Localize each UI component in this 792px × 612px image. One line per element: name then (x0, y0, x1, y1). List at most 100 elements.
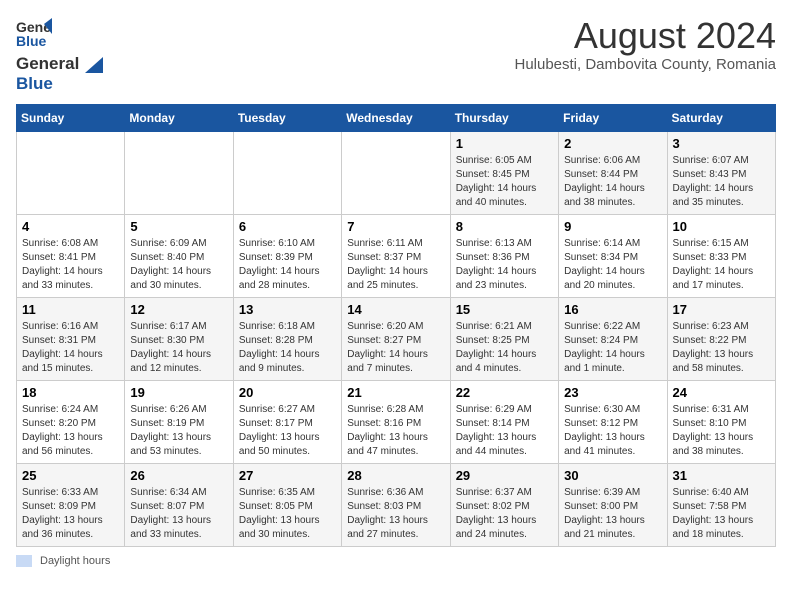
header-monday: Monday (125, 105, 233, 132)
day-info: Sunrise: 6:33 AM Sunset: 8:09 PM Dayligh… (22, 486, 119, 542)
calendar-cell (342, 132, 450, 215)
calendar-week-row-3: 11Sunrise: 6:16 AM Sunset: 8:31 PM Dayli… (17, 298, 776, 381)
calendar-cell: 3Sunrise: 6:07 AM Sunset: 8:43 PM Daylig… (667, 132, 775, 215)
day-info: Sunrise: 6:06 AM Sunset: 8:44 PM Dayligh… (564, 154, 661, 210)
day-number: 8 (456, 219, 553, 234)
title-area: August 2024 Hulubesti, Dambovita County,… (514, 16, 776, 73)
calendar-cell: 28Sunrise: 6:36 AM Sunset: 8:03 PM Dayli… (342, 464, 450, 547)
day-info: Sunrise: 6:20 AM Sunset: 8:27 PM Dayligh… (347, 320, 444, 376)
calendar-week-row-1: 1 Sunrise: 6:05 AM Sunset: 8:45 PM Daylig… (17, 132, 776, 215)
day-number: 28 (347, 468, 444, 483)
day-number: 30 (564, 468, 661, 483)
day-info: Sunrise: 6:26 AM Sunset: 8:19 PM Dayligh… (130, 403, 227, 459)
day-info: Sunrise: 6:07 AM Sunset: 8:43 PM Dayligh… (673, 154, 770, 210)
day-number: 11 (22, 302, 119, 317)
day-number: 24 (673, 385, 770, 400)
logo-blue-text: Blue (16, 74, 53, 93)
day-number: 5 (130, 219, 227, 234)
day-number: 15 (456, 302, 553, 317)
header-sunday: Sunday (17, 105, 125, 132)
day-info: Sunrise: 6:13 AM Sunset: 8:36 PM Dayligh… (456, 237, 553, 293)
day-number: 27 (239, 468, 336, 483)
calendar-cell: 23 Sunrise: 6:30 AM Sunset: 8:12 PM Dayli… (559, 381, 667, 464)
calendar-cell (17, 132, 125, 215)
day-info: Sunrise: 6:17 AM Sunset: 8:30 PM Dayligh… (130, 320, 227, 376)
day-info: Sunrise: 6:40 AM Sunset: 7:58 PM Dayligh… (673, 486, 770, 542)
day-info: Sunrise: 6:05 AM Sunset: 8:45 PM Dayligh… (456, 154, 553, 210)
month-title: August 2024 (514, 16, 776, 56)
day-info: Sunrise: 6:39 AM Sunset: 8:00 PM Dayligh… (564, 486, 661, 542)
calendar-week-row-2: 4Sunrise: 6:08 AM Sunset: 8:41 PM Daylig… (17, 215, 776, 298)
day-number: 16 (564, 302, 661, 317)
calendar-cell: 20Sunrise: 6:27 AM Sunset: 8:17 PM Dayli… (233, 381, 341, 464)
day-number: 22 (456, 385, 553, 400)
header-friday: Friday (559, 105, 667, 132)
header-tuesday: Tuesday (233, 105, 341, 132)
day-info: Sunrise: 6:37 AM Sunset: 8:02 PM Dayligh… (456, 486, 553, 542)
day-number: 1 (456, 136, 553, 151)
day-info: Sunrise: 6:30 AM Sunset: 8:12 PM Dayligh… (564, 403, 661, 459)
day-info: Sunrise: 6:21 AM Sunset: 8:25 PM Dayligh… (456, 320, 553, 376)
calendar-cell: 10 Sunrise: 6:15 AM Sunset: 8:33 PM Dayli… (667, 215, 775, 298)
calendar-cell: 7 Sunrise: 6:11 AM Sunset: 8:37 PM Daylig… (342, 215, 450, 298)
day-info: Sunrise: 6:10 AM Sunset: 8:39 PM Dayligh… (239, 237, 336, 293)
calendar-cell: 29Sunrise: 6:37 AM Sunset: 8:02 PM Dayli… (450, 464, 558, 547)
day-number: 12 (130, 302, 227, 317)
day-info: Sunrise: 6:29 AM Sunset: 8:14 PM Dayligh… (456, 403, 553, 459)
calendar-cell (233, 132, 341, 215)
day-info: Sunrise: 6:27 AM Sunset: 8:17 PM Dayligh… (239, 403, 336, 459)
day-number: 7 (347, 219, 444, 234)
calendar-cell: 12 Sunrise: 6:17 AM Sunset: 8:30 PM Dayli… (125, 298, 233, 381)
day-number: 13 (239, 302, 336, 317)
calendar-cell: 2 Sunrise: 6:06 AM Sunset: 8:44 PM Daylig… (559, 132, 667, 215)
calendar-cell: 14 Sunrise: 6:20 AM Sunset: 8:27 PM Dayli… (342, 298, 450, 381)
calendar-cell: 22 Sunrise: 6:29 AM Sunset: 8:14 PM Dayli… (450, 381, 558, 464)
day-number: 17 (673, 302, 770, 317)
day-number: 23 (564, 385, 661, 400)
day-number: 14 (347, 302, 444, 317)
header-wednesday: Wednesday (342, 105, 450, 132)
calendar-cell: 5Sunrise: 6:09 AM Sunset: 8:40 PM Daylig… (125, 215, 233, 298)
calendar-cell: 31 Sunrise: 6:40 AM Sunset: 7:58 PM Dayli… (667, 464, 775, 547)
calendar-cell: 6Sunrise: 6:10 AM Sunset: 8:39 PM Daylig… (233, 215, 341, 298)
calendar-cell: 17 Sunrise: 6:23 AM Sunset: 8:22 PM Dayli… (667, 298, 775, 381)
day-number: 31 (673, 468, 770, 483)
calendar-cell: 15 Sunrise: 6:21 AM Sunset: 8:25 PM Dayli… (450, 298, 558, 381)
day-info: Sunrise: 6:23 AM Sunset: 8:22 PM Dayligh… (673, 320, 770, 376)
calendar-cell: 1 Sunrise: 6:05 AM Sunset: 8:45 PM Daylig… (450, 132, 558, 215)
calendar-week-row-4: 18Sunrise: 6:24 AM Sunset: 8:20 PM Dayli… (17, 381, 776, 464)
day-info: Sunrise: 6:11 AM Sunset: 8:37 PM Dayligh… (347, 237, 444, 293)
logo-icon: General Blue (16, 16, 52, 52)
day-number: 19 (130, 385, 227, 400)
day-number: 21 (347, 385, 444, 400)
day-number: 2 (564, 136, 661, 151)
calendar-cell: 27Sunrise: 6:35 AM Sunset: 8:05 PM Dayli… (233, 464, 341, 547)
day-info: Sunrise: 6:18 AM Sunset: 8:28 PM Dayligh… (239, 320, 336, 376)
day-number: 10 (673, 219, 770, 234)
calendar-cell: 4Sunrise: 6:08 AM Sunset: 8:41 PM Daylig… (17, 215, 125, 298)
calendar-cell: 13 Sunrise: 6:18 AM Sunset: 8:28 PM Dayli… (233, 298, 341, 381)
location-title: Hulubesti, Dambovita County, Romania (514, 56, 776, 73)
calendar-cell: 16 Sunrise: 6:22 AM Sunset: 8:24 PM Dayli… (559, 298, 667, 381)
day-info: Sunrise: 6:22 AM Sunset: 8:24 PM Dayligh… (564, 320, 661, 376)
legend-label: Daylight hours (40, 555, 110, 567)
calendar-cell: 9 Sunrise: 6:14 AM Sunset: 8:34 PM Daylig… (559, 215, 667, 298)
calendar-cell: 11Sunrise: 6:16 AM Sunset: 8:31 PM Dayli… (17, 298, 125, 381)
day-info: Sunrise: 6:14 AM Sunset: 8:34 PM Dayligh… (564, 237, 661, 293)
day-info: Sunrise: 6:08 AM Sunset: 8:41 PM Dayligh… (22, 237, 119, 293)
calendar-header-row: Sunday Monday Tuesday Wednesday Thursday… (17, 105, 776, 132)
day-number: 25 (22, 468, 119, 483)
calendar-table: Sunday Monday Tuesday Wednesday Thursday… (16, 104, 776, 547)
header: General Blue General Blue August 2024 Hu… (16, 16, 776, 94)
calendar-cell (125, 132, 233, 215)
calendar-cell: 18Sunrise: 6:24 AM Sunset: 8:20 PM Dayli… (17, 381, 125, 464)
day-info: Sunrise: 6:28 AM Sunset: 8:16 PM Dayligh… (347, 403, 444, 459)
calendar-cell: 30 Sunrise: 6:39 AM Sunset: 8:00 PM Dayli… (559, 464, 667, 547)
header-saturday: Saturday (667, 105, 775, 132)
day-number: 9 (564, 219, 661, 234)
calendar-cell: 26Sunrise: 6:34 AM Sunset: 8:07 PM Dayli… (125, 464, 233, 547)
calendar-cell: 19 Sunrise: 6:26 AM Sunset: 8:19 PM Dayli… (125, 381, 233, 464)
svg-text:Blue: Blue (16, 33, 47, 49)
day-info: Sunrise: 6:15 AM Sunset: 8:33 PM Dayligh… (673, 237, 770, 293)
calendar-cell: 8 Sunrise: 6:13 AM Sunset: 8:36 PM Daylig… (450, 215, 558, 298)
